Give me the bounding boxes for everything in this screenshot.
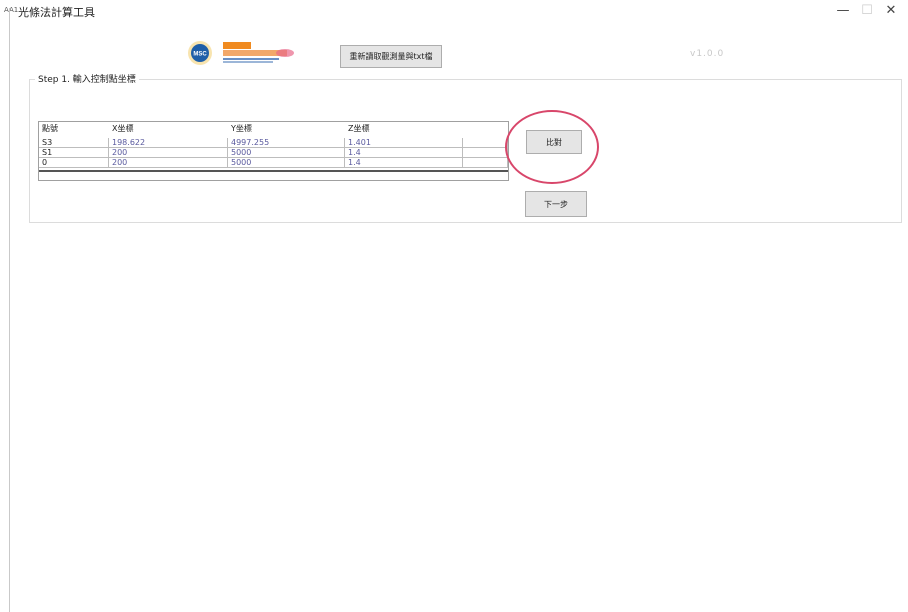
cell-y[interactable]: 4997.255	[228, 138, 345, 148]
table-row[interactable]: S1 200 5000 1.4	[39, 148, 508, 158]
cell-x[interactable]: 200	[109, 148, 228, 158]
cell-empty[interactable]	[463, 148, 508, 158]
close-button[interactable]: ✕	[876, 0, 906, 22]
cell-point-id[interactable]: S3	[39, 138, 109, 148]
cell-empty[interactable]	[463, 158, 508, 168]
reload-observations-button[interactable]: 重新讀取觀測量與txt檔	[340, 45, 442, 68]
title-bar: AA1 光條法計算工具 — ☐ ✕	[0, 0, 908, 22]
cell-empty[interactable]	[463, 138, 508, 148]
version-label: v1.0.0	[690, 49, 725, 59]
column-header-z[interactable]: Z坐標	[345, 124, 463, 134]
cell-point-id[interactable]: S1	[39, 148, 109, 158]
msc-logo: MSC	[188, 41, 294, 65]
cell-y[interactable]: 5000	[228, 148, 345, 158]
cell-x[interactable]: 200	[109, 158, 228, 168]
logo-badge-text: MSC	[193, 52, 207, 58]
cell-z[interactable]: 1.4	[345, 148, 463, 158]
table-row[interactable]: S3 198.622 4997.255 1.401	[39, 138, 508, 148]
column-header-x[interactable]: X坐標	[109, 124, 228, 134]
next-step-button[interactable]: 下一步	[525, 191, 587, 217]
highlight-annotation-circle	[505, 110, 599, 184]
app-icon: AA1	[4, 6, 19, 14]
cell-y[interactable]: 5000	[228, 158, 345, 168]
step1-legend: Step 1. 輸入控制點坐標	[35, 72, 139, 85]
column-header-point-id[interactable]: 點號	[39, 124, 109, 134]
cell-x[interactable]: 198.622	[109, 138, 228, 148]
window-left-border	[9, 8, 10, 612]
cell-z[interactable]: 1.401	[345, 138, 463, 148]
cell-point-id[interactable]: 0	[39, 158, 109, 168]
grid-header-row: 點號 X坐標 Y坐標 Z坐標	[39, 124, 508, 134]
cell-z[interactable]: 1.4	[345, 158, 463, 168]
window-title: 光條法計算工具	[18, 6, 95, 19]
table-row[interactable]: 0 200 5000 1.4	[39, 158, 508, 168]
grid-new-row[interactable]	[39, 170, 508, 180]
control-points-grid[interactable]: 點號 X坐標 Y坐標 Z坐標 S3 198.622 4997.255 1.401…	[38, 121, 509, 181]
column-header-y[interactable]: Y坐標	[228, 124, 345, 134]
